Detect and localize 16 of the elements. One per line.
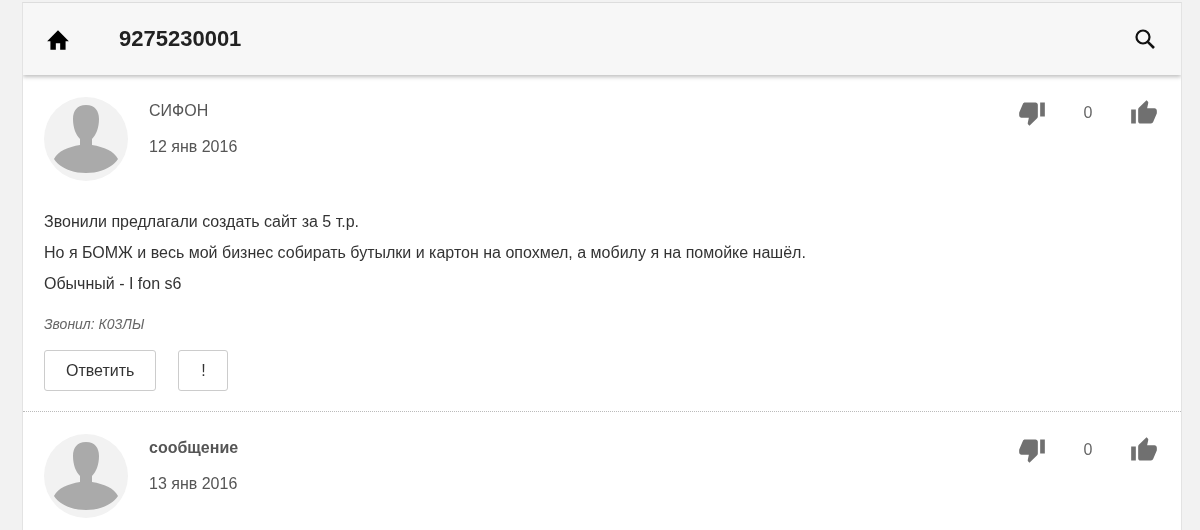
report-button[interactable]: ! [178, 350, 229, 391]
author-name: сообщение [149, 439, 240, 457]
vote-score: 0 [1082, 104, 1094, 122]
vote-score: 0 [1082, 441, 1094, 459]
reply-button[interactable]: Ответить [44, 350, 157, 391]
comment-text: Звонили предлагали создать сайт за 5 т.р. [44, 212, 360, 232]
page-title: 9275230001 [119, 26, 243, 52]
search-icon[interactable] [1133, 27, 1157, 51]
thumbs-up-icon[interactable] [1129, 99, 1159, 127]
caller-label: Звонил: К03ЛЫ [44, 316, 146, 332]
comment-date: 12 янв 2016 [149, 138, 239, 156]
thumbs-up-icon[interactable] [1129, 436, 1159, 464]
comment-text: Обычный - I fon s6 [44, 274, 183, 294]
comment-text: Но я БОМЖ и весь мой бизнес собирать бутылки и картон на опохмел, а мобилу я на помойке нашёл. [44, 243, 807, 263]
author-name: СИФОН [149, 102, 210, 120]
comment-date: 13 янв 2016 [149, 475, 239, 493]
